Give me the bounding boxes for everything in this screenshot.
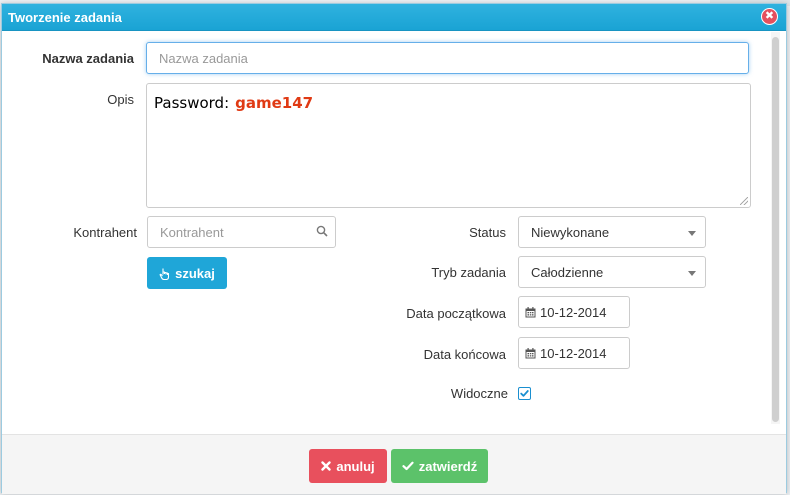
dialog-body: Nazwa zadania Opis Password: game147 Kont… (2, 32, 786, 436)
search-button[interactable]: szukaj (147, 257, 227, 289)
visible-label: Widoczne (450, 386, 508, 401)
cancel-button[interactable]: anuluj (309, 449, 387, 483)
end-date-field[interactable]: 10-12-2014 (518, 337, 630, 369)
dialog-titlebar: Tworzenie zadania ✖ (2, 4, 786, 31)
contractor-field (147, 216, 336, 248)
dialog-title: Tworzenie zadania (8, 10, 122, 25)
description-label: Opis (107, 92, 134, 107)
end-date-value: 10-12-2014 (540, 345, 607, 361)
mode-selected: Całodzienne (531, 264, 604, 280)
password-value: game147 (235, 94, 314, 112)
task-dialog: Tworzenie zadania ✖ Nazwa zadania Opis P… (1, 3, 787, 494)
cancel-button-label: anuluj (336, 458, 375, 474)
close-button[interactable]: ✖ (761, 8, 778, 25)
close-icon: ✖ (764, 10, 775, 22)
checkmark-icon (402, 461, 414, 471)
search-icon[interactable] (316, 225, 328, 237)
task-name-label: Nazwa zadania (42, 51, 134, 66)
contractor-input[interactable] (147, 216, 336, 248)
description-textarea[interactable]: Password: game147 (146, 83, 751, 208)
status-selected: Niewykonane (531, 224, 610, 240)
start-date-label: Data początkowa (406, 306, 506, 321)
checkmark-icon (520, 390, 529, 397)
status-label: Status (469, 225, 506, 240)
end-date-label: Data końcowa (423, 347, 506, 362)
caret-down-icon (688, 231, 696, 236)
task-name-input[interactable] (146, 42, 749, 74)
mode-select[interactable]: Całodzienne (518, 256, 706, 288)
scrollbar-thumb[interactable] (772, 37, 779, 422)
caret-down-icon (688, 271, 696, 276)
description-text: Password: game147 (154, 94, 313, 112)
calendar-icon (525, 306, 536, 317)
confirm-button-label: zatwierdź (418, 458, 478, 474)
status-select[interactable]: Niewykonane (518, 216, 706, 248)
dialog-footer: anuluj zatwierdź (2, 434, 786, 494)
confirm-button[interactable]: zatwierdź (391, 449, 488, 483)
password-label: Password: (154, 94, 230, 112)
close-icon (321, 461, 332, 471)
start-date-value: 10-12-2014 (540, 304, 607, 320)
mode-label: Tryb zadania (431, 265, 506, 280)
resize-handle[interactable] (740, 197, 748, 205)
visible-checkbox[interactable] (518, 387, 531, 400)
start-date-field[interactable]: 10-12-2014 (518, 296, 630, 328)
contractor-label: Kontrahent (73, 225, 137, 240)
calendar-icon (525, 347, 536, 358)
search-button-label: szukaj (175, 265, 215, 281)
hand-pointer-icon (159, 268, 170, 280)
